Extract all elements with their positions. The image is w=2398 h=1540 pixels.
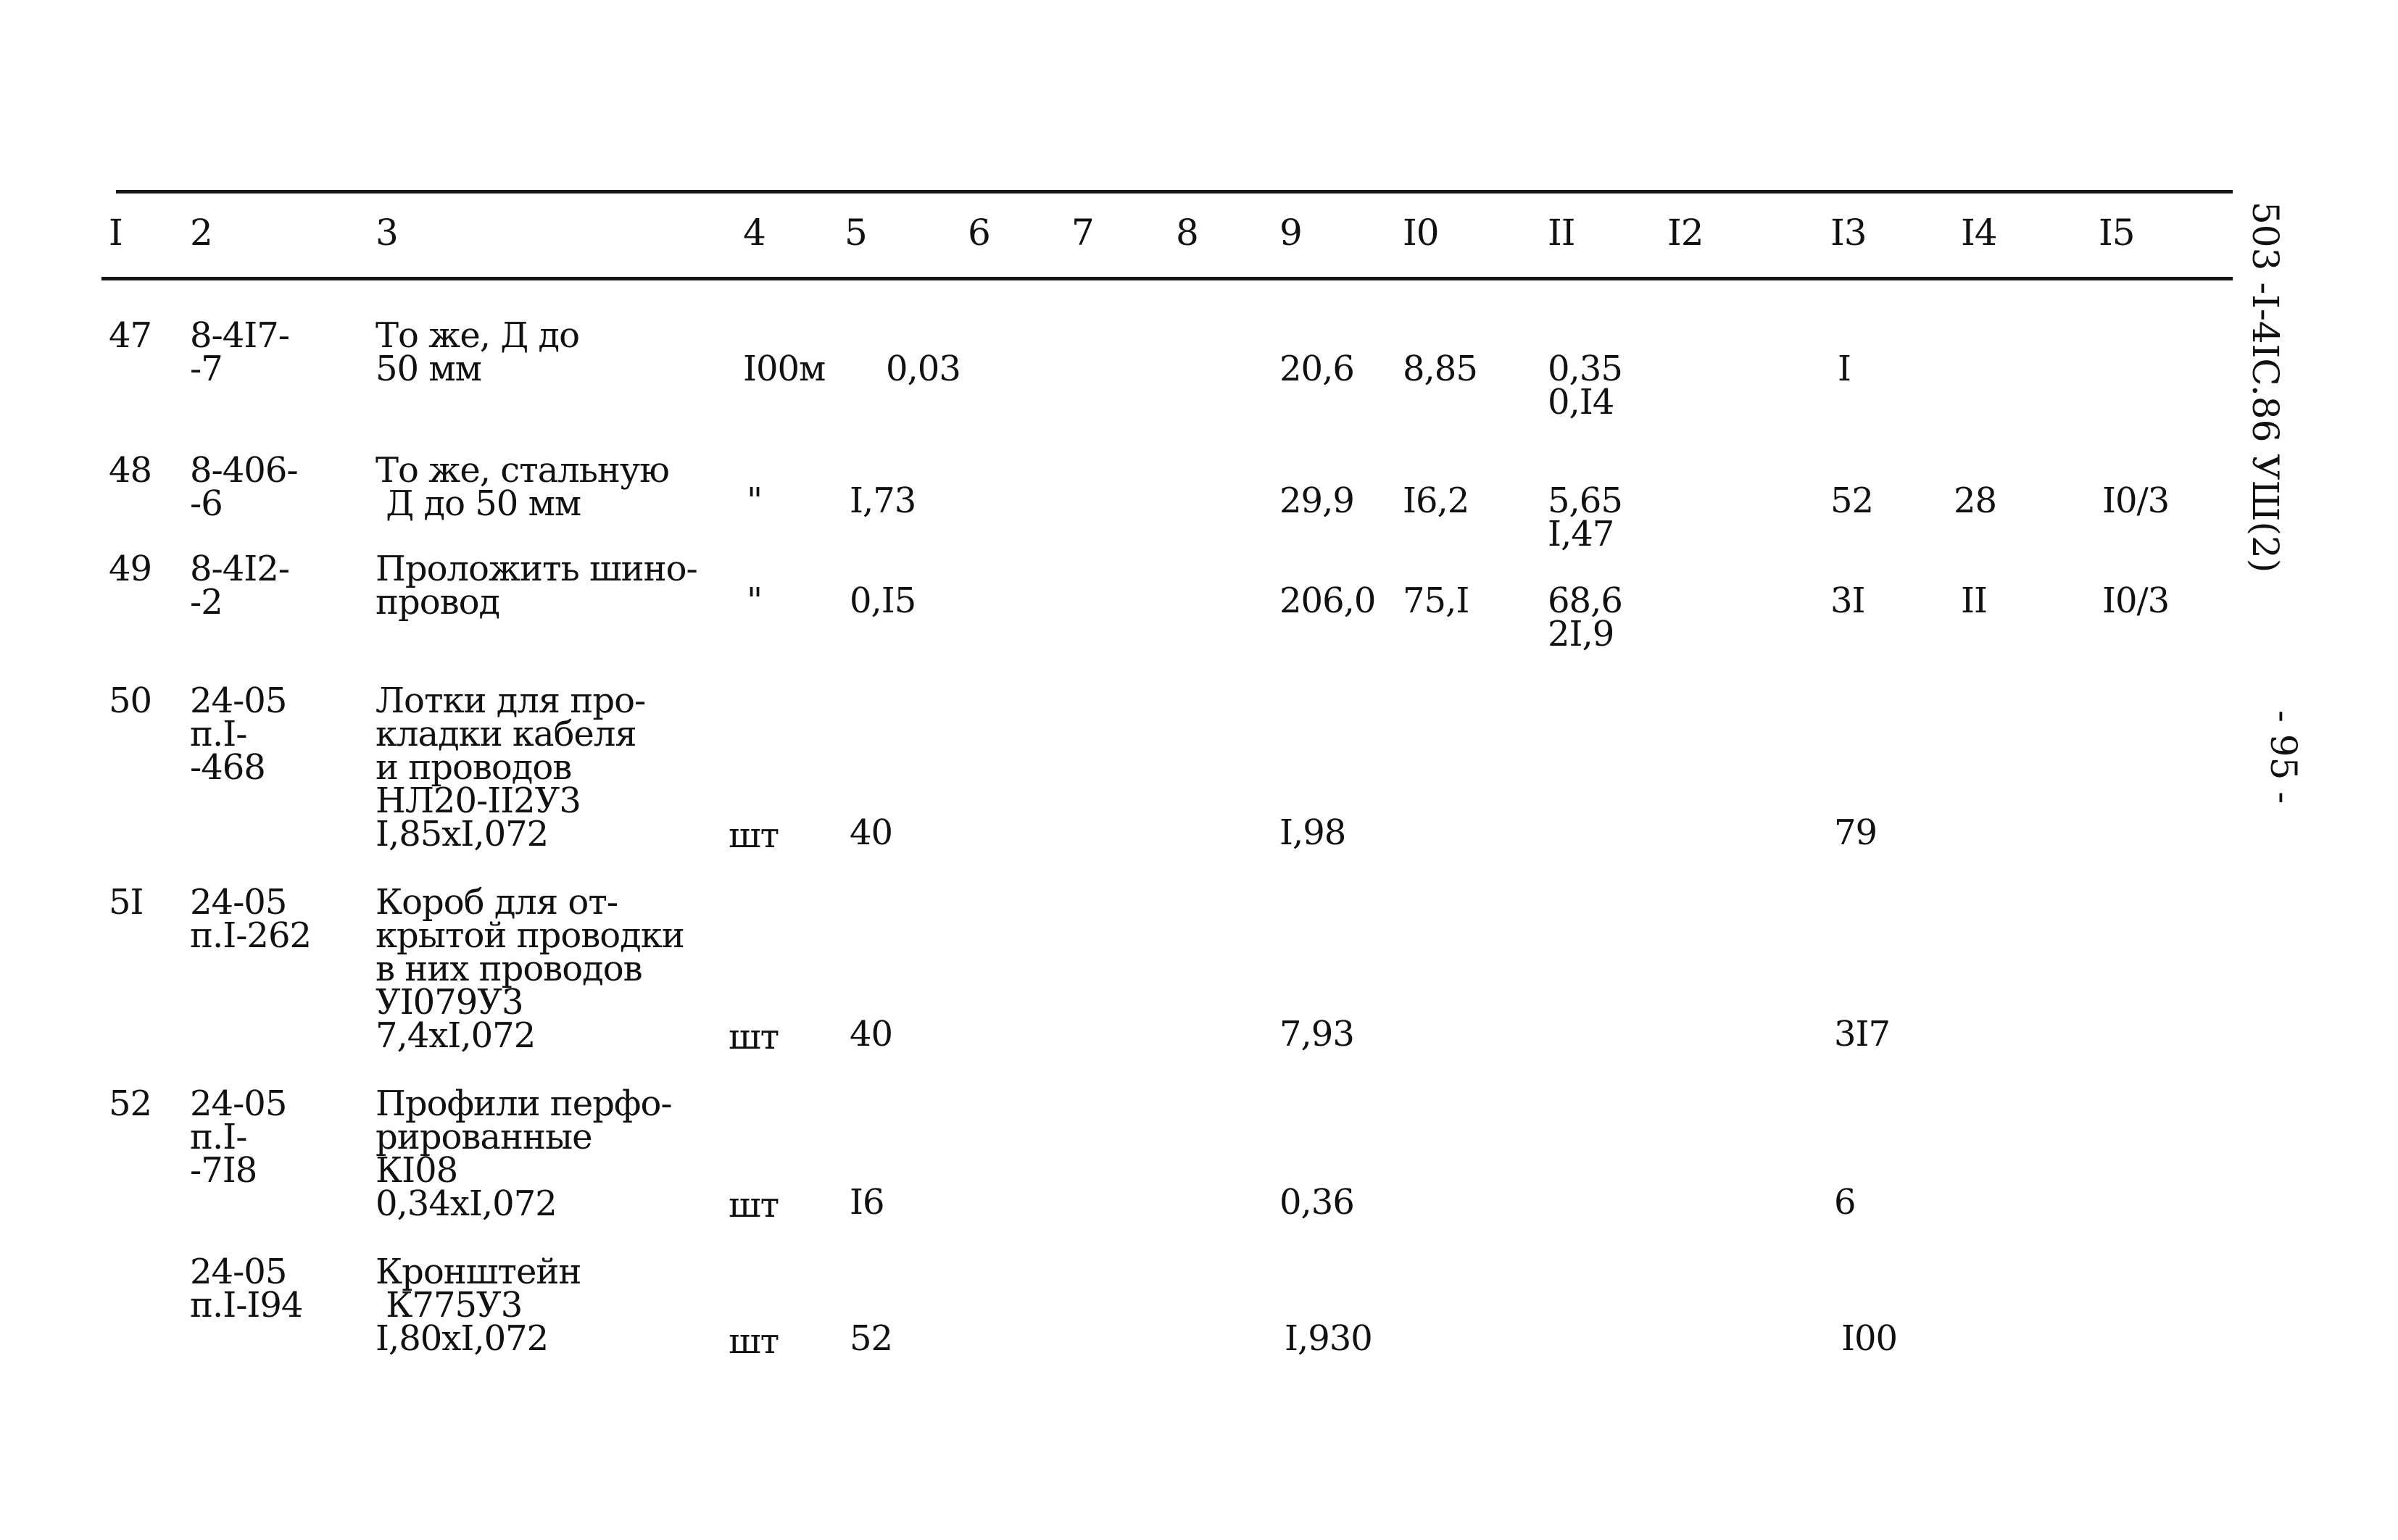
column-header: I <box>109 212 123 254</box>
value-col13: 3I7 <box>1834 1014 1891 1054</box>
row-number: 50 <box>109 680 152 721</box>
value-col13: 3I <box>1830 580 1865 621</box>
column-header: I2 <box>1667 212 1704 254</box>
value-col9: 20,6 <box>1279 349 1355 389</box>
row-number: 5I <box>109 882 144 923</box>
column-header: 4 <box>743 212 766 254</box>
value-col15: I0/3 <box>2102 480 2170 521</box>
column-header: I3 <box>1830 212 1867 254</box>
value-col11: 68,6 2I,9 <box>1548 580 1623 654</box>
value-col15: I0/3 <box>2102 580 2170 621</box>
value-col10: 8,85 <box>1403 349 1478 389</box>
row-number: 49 <box>109 549 152 589</box>
value-col13: I <box>1838 349 1851 389</box>
column-header: 2 <box>190 212 213 254</box>
column-header: 6 <box>968 212 991 254</box>
work-description: То же, стальную Д до 50 мм <box>376 450 670 524</box>
value-col9: 29,9 <box>1279 480 1355 521</box>
price-code: 8-4I2- -2 <box>190 549 290 623</box>
row-number: 52 <box>109 1083 152 1124</box>
unit: шт <box>729 1185 779 1225</box>
value-col10: 75,I <box>1403 580 1469 621</box>
price-code: 24-05 п.I- -468 <box>190 680 287 788</box>
unit: I00м <box>743 349 826 389</box>
column-header: I0 <box>1403 212 1440 254</box>
price-code: 24-05 п.I-I94 <box>190 1252 303 1325</box>
unit: " <box>747 480 763 521</box>
work-description: Кронштейн К775У3 I,80хI,072 <box>376 1252 581 1359</box>
unit: " <box>747 580 763 621</box>
value-col13: 79 <box>1834 812 1878 853</box>
value-col10: I6,2 <box>1403 480 1469 521</box>
unit: шт <box>729 815 779 856</box>
unit: шт <box>729 1321 779 1362</box>
unit: шт <box>729 1017 779 1057</box>
value-col9: 0,36 <box>1279 1182 1355 1223</box>
price-code: 8-406- -6 <box>190 450 299 524</box>
column-header: I5 <box>2099 212 2136 254</box>
value-col11: 0,35 0,I4 <box>1548 349 1623 423</box>
price-code: 8-4I7- -7 <box>190 315 290 389</box>
quantity: I6 <box>850 1182 884 1223</box>
value-col13: 52 <box>1830 480 1874 521</box>
page-number: - 95 - <box>2262 710 2304 804</box>
quantity: I,73 <box>850 480 916 521</box>
column-header: I4 <box>1961 212 1998 254</box>
column-header: 9 <box>1279 212 1303 254</box>
value-col14: 28 <box>1954 480 1997 521</box>
document-code: 503 -I-4IC.86 УШ(2) <box>2244 201 2286 573</box>
table-header-bottom-rule <box>101 277 2233 280</box>
quantity: 0,03 <box>886 349 961 389</box>
work-description: То же, Д до 50 мм <box>376 315 580 389</box>
quantity: 0,I5 <box>850 580 916 621</box>
value-col14: II <box>1961 580 1988 621</box>
document-page: I 2 3 4 5 6 7 8 9 I0 II I2 I3 I4 I5 47 8… <box>0 0 2398 1540</box>
value-col9: I,98 <box>1279 812 1346 853</box>
column-header: 5 <box>845 212 868 254</box>
work-description: Профили перфо- рированные КI08 0,34хI,07… <box>376 1083 673 1224</box>
value-col9: 206,0 <box>1279 580 1376 621</box>
value-col11: 5,65 I,47 <box>1548 480 1623 554</box>
table-top-rule <box>116 190 2233 193</box>
row-number: 48 <box>109 450 152 491</box>
work-description: Короб для от- крытой проводки в них пров… <box>376 882 685 1056</box>
column-header: 3 <box>376 212 399 254</box>
quantity: 52 <box>850 1318 893 1359</box>
price-code: 24-05 п.I- -7I8 <box>190 1083 287 1191</box>
value-col9: I,930 <box>1285 1318 1373 1359</box>
column-header: 8 <box>1176 212 1199 254</box>
row-number: 47 <box>109 315 152 356</box>
value-col9: 7,93 <box>1279 1014 1355 1054</box>
price-code: 24-05 п.I-262 <box>190 882 312 956</box>
work-description: Проложить шино- провод <box>376 549 698 623</box>
value-col13: 6 <box>1834 1182 1856 1223</box>
work-description: Лотки для про- кладки кабеля и проводов … <box>376 680 646 854</box>
column-header: II <box>1548 212 1576 254</box>
value-col13: I00 <box>1841 1318 1898 1359</box>
quantity: 40 <box>850 812 893 853</box>
column-header: 7 <box>1071 212 1095 254</box>
quantity: 40 <box>850 1014 893 1054</box>
